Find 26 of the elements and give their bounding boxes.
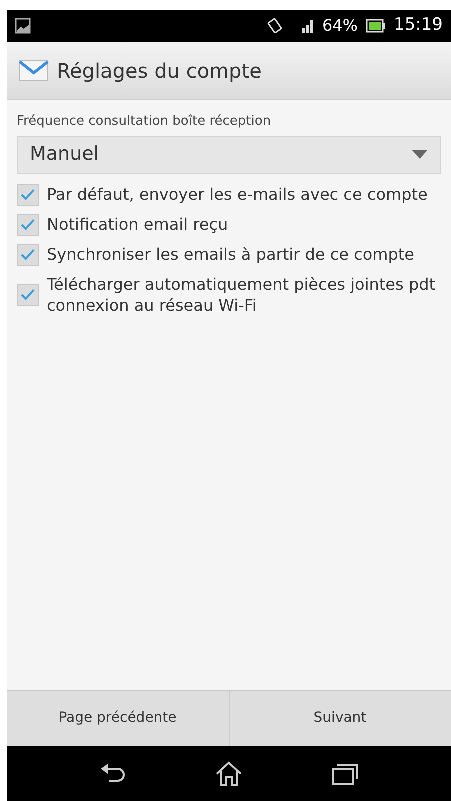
frequency-dropdown[interactable]: Manuel (17, 136, 441, 174)
option-label: Télécharger automatiquement pièces jointes pdt connexion au réseau Wi-Fi (47, 274, 437, 316)
field-label: Fréquence consultation boîte réception (17, 113, 272, 131)
dropdown-arrow-icon (412, 150, 428, 159)
battery-icon (366, 19, 386, 33)
checkbox[interactable] (17, 184, 39, 206)
checkbox[interactable] (17, 244, 39, 266)
back-icon[interactable] (99, 762, 127, 784)
option-label: Notification email reçu (47, 214, 228, 235)
checkbox[interactable] (17, 284, 39, 306)
checkbox[interactable] (17, 214, 39, 236)
battery-percentage: 64% (322, 15, 358, 37)
screen-title: Réglages du compte (57, 58, 262, 84)
checkmark-icon (21, 288, 35, 300)
vibrate-icon (266, 17, 284, 35)
option-label: Par défaut, envoyer les e-mails avec ce compte (47, 184, 428, 205)
next-button[interactable]: Suivant (230, 691, 451, 746)
clock: 15:19 (394, 14, 443, 38)
checkmark-icon (21, 188, 35, 200)
envelope-icon (19, 58, 49, 82)
image-icon (15, 18, 31, 34)
checkmark-icon (21, 248, 35, 260)
option-label: Synchroniser les emails à partir de ce compte (47, 244, 414, 265)
home-icon[interactable] (215, 760, 243, 786)
recent-apps-icon[interactable] (331, 762, 359, 786)
checkmark-icon (21, 218, 35, 230)
